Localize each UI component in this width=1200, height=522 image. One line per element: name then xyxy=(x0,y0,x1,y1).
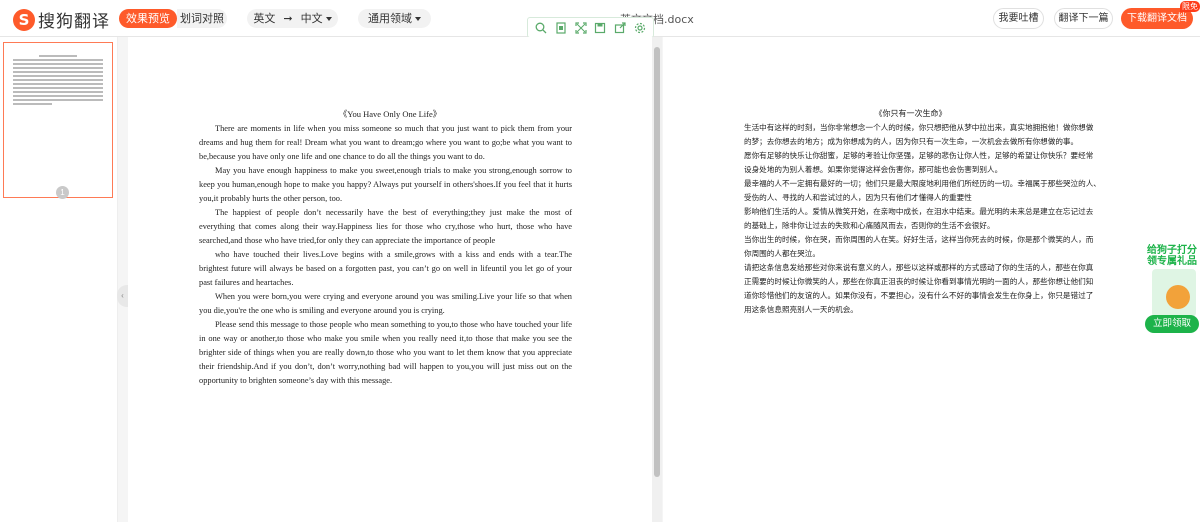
translated-line: 的梦；去你想去的地方；成为你想成为的人，因为你只有一次生命，一次机会去做所有你想… xyxy=(744,137,1079,146)
source-paragraph: Please send this message to those people… xyxy=(199,320,572,385)
translated-line: 的基础上，除非你让过去的失败和心痛随风而去，否则你的生活不会很好。 xyxy=(744,221,995,230)
scrollbar[interactable] xyxy=(652,37,662,522)
domain-select[interactable]: 通用领域 xyxy=(358,9,431,28)
sogou-logo-icon: S xyxy=(13,8,35,31)
collapse-panel-button[interactable]: ‹ xyxy=(117,285,128,307)
dog-mascot-icon xyxy=(1166,285,1190,309)
source-paragraph: The happiest of people don’t necessarily… xyxy=(199,208,572,245)
logo-text: 搜狗翻译 xyxy=(38,12,110,32)
translated-line: 正需要的时候让你微笑的人，那些在你真正沮丧的时候让你看到事情光明的一面的人，那些… xyxy=(744,277,1094,286)
language-selector[interactable]: 英文 ➞ 中文 xyxy=(247,9,338,28)
source-paragraph: There are moments in life when you miss … xyxy=(199,124,572,161)
settings-icon[interactable] xyxy=(634,22,646,34)
arrow-right-icon: ➞ xyxy=(283,12,293,25)
translated-line: 当你出生的时候，你在哭，而你周围的人在笑。好好生活，这样当你死去的时候，你是那个… xyxy=(744,235,1094,244)
translated-line: 用这条信息照亮别人一天的机会。 xyxy=(744,305,858,314)
logo[interactable]: S 搜狗翻译 xyxy=(13,7,110,32)
document-toolbar xyxy=(527,17,654,38)
source-paragraph: When you were born,you were crying and e… xyxy=(199,292,572,315)
page-number: 1 xyxy=(56,186,69,199)
promo-widget[interactable]: 给狗子打分 领专属礼品 立即领取 xyxy=(1144,245,1200,335)
chevron-down-icon xyxy=(325,17,332,21)
source-text: There are moments in life when you miss … xyxy=(199,122,572,388)
free-badge: 限免 xyxy=(1180,1,1200,12)
translated-line: 生活中有这样的时刻，当你非常想念一个人的时候，你只想把他从梦中拉出来，真实地拥抱… xyxy=(744,123,1094,132)
translated-line: 请把这条信息发给那些对你来说有意义的人，那些以这样或那样的方式感动了你的生活的人… xyxy=(744,263,1094,272)
scrollbar-thumb[interactable] xyxy=(654,47,660,477)
translated-line: 愿你有足够的快乐让你甜蜜，足够的考验让你坚强，足够的悲伤让你人性，足够的希望让你… xyxy=(744,151,1094,160)
translated-line: 影响他们生活的人。爱情从微笑开始，在亲吻中成长，在泪水中结束。最光明的未来总是建… xyxy=(744,207,1094,216)
thumbnail-panel: 1 xyxy=(0,37,118,522)
tab-compare[interactable]: 划词对照 xyxy=(177,9,227,28)
source-language: 英文 xyxy=(253,12,276,25)
source-paragraph: May you have enough happiness to make yo… xyxy=(199,166,572,203)
translated-title: 《你只有一次生命》 xyxy=(874,109,947,118)
translated-line: 道你珍惜他们的友谊的人。如果你没有，不要担心，没有什么不好的事情会发生在你身上，… xyxy=(744,291,1094,300)
translate-next-button[interactable]: 翻译下一篇 xyxy=(1054,8,1113,29)
save-icon[interactable] xyxy=(594,22,606,34)
fullscreen-icon[interactable] xyxy=(574,21,587,34)
translated-text: 生活中有这样的时刻，当你非常想念一个人的时候，你只想把他从梦中拉出来，真实地拥抱… xyxy=(744,121,1129,317)
zoom-icon[interactable] xyxy=(535,22,547,34)
translated-line: 设身处地的为别人着想。如果你觉得这样会伤害你，那可能也会伤害到别人。 xyxy=(744,165,1003,174)
translated-document: 《你只有一次生命》 生活中有这样的时刻，当你非常想念一个人的时候，你只想把他从梦… xyxy=(663,37,1200,522)
source-title: 《You Have Only One Life》 xyxy=(338,109,442,119)
export-icon[interactable] xyxy=(614,21,626,34)
claim-gift-button[interactable]: 立即领取 xyxy=(1145,315,1199,333)
feedback-button[interactable]: 我要吐槽 xyxy=(993,8,1044,29)
promo-text: 给狗子打分 领专属礼品 xyxy=(1147,245,1197,267)
chevron-down-icon xyxy=(415,17,421,21)
translated-line: 受伤的人、寻找的人和尝试过的人，因为只有他们才懂得人的重要性 xyxy=(744,193,972,202)
target-language: 中文 xyxy=(301,9,332,28)
tab-preview[interactable]: 效果预览 xyxy=(119,9,177,28)
translated-line: 最幸福的人不一定拥有最好的一切；他们只是最大限度地利用他们所经历的一切。幸福属于… xyxy=(744,179,1101,188)
source-paragraph: who have touched their lives.Love begins… xyxy=(199,250,572,287)
page-thumbnail[interactable]: 1 xyxy=(3,42,113,199)
source-document: 《You Have Only One Life》 There are momen… xyxy=(128,37,652,522)
fit-page-icon[interactable] xyxy=(555,21,567,34)
translated-line: 你周围的人都在哭泣。 xyxy=(744,249,820,258)
